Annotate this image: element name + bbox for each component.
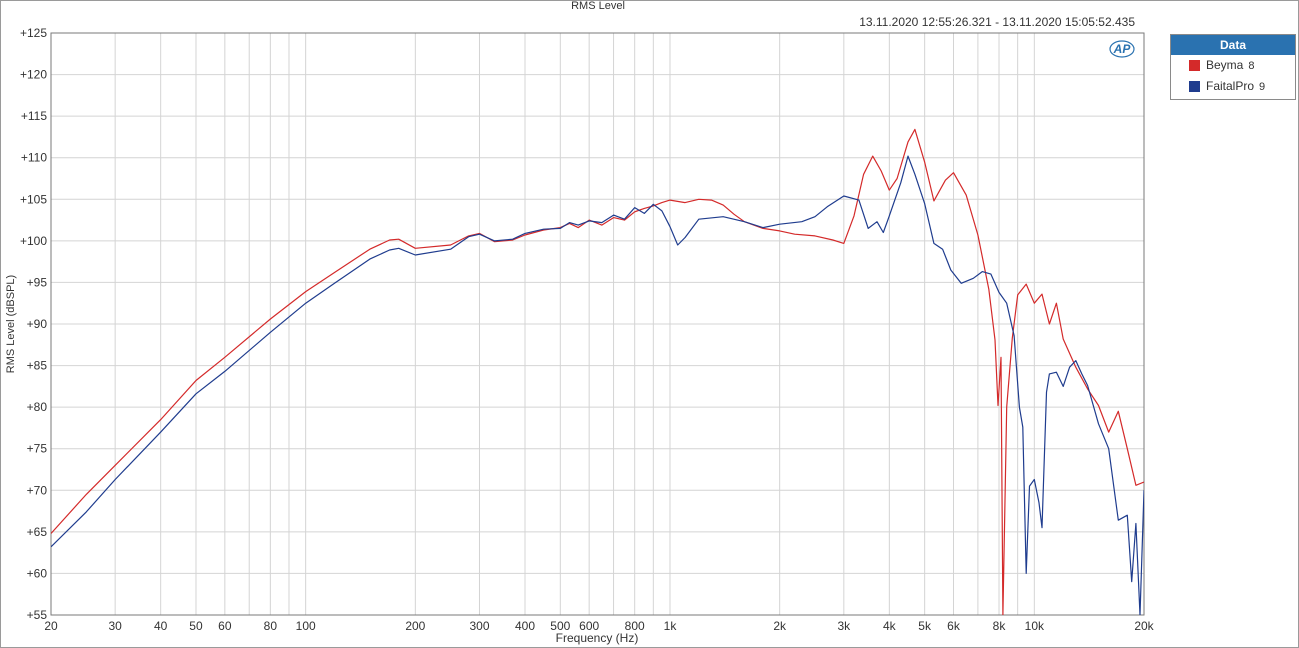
- grid-lines: [50, 32, 1145, 616]
- x-tick-label: 5k: [918, 619, 932, 633]
- x-tick-label: 6k: [947, 619, 961, 633]
- rms-level-chart: +125 +120 +115 +110 +105 +100 +95 +90 +85 +80 +75 +…: [5, 26, 1155, 645]
- y-tick-label: +95: [27, 275, 48, 289]
- x-tick-label: 80: [264, 619, 278, 633]
- x-tick-label: 20k: [1134, 619, 1154, 633]
- y-tick-label: +85: [27, 359, 48, 373]
- x-tick-label: 200: [405, 619, 425, 633]
- y-tick-label: +90: [27, 317, 48, 331]
- x-tick-label: 60: [218, 619, 232, 633]
- x-tick-label: 300: [469, 619, 489, 633]
- y-tick-label: +120: [20, 68, 47, 82]
- x-tick-label: 4k: [883, 619, 897, 633]
- x-tick-label: 1k: [664, 619, 678, 633]
- y-tick-label: +60: [27, 566, 48, 580]
- y-tick-label: +110: [21, 151, 47, 165]
- legend-number-beyma: 8: [1248, 60, 1255, 72]
- y-tick-label: +75: [27, 442, 48, 456]
- x-tick-label: 50: [189, 619, 203, 633]
- legend-item-faitalpro[interactable]: FaitalPro 9: [1171, 76, 1295, 97]
- x-tick-label: 10k: [1025, 619, 1045, 633]
- x-axis-label: Frequency (Hz): [556, 631, 639, 645]
- y-axis-label: RMS Level (dBSPL): [5, 275, 17, 373]
- x-tick-label: 20: [44, 619, 58, 633]
- x-tick-label: 40: [154, 619, 168, 633]
- legend-label-beyma: Beyma: [1206, 58, 1244, 72]
- y-tick-label: +115: [21, 109, 47, 123]
- x-tick-label: 30: [108, 619, 122, 633]
- x-tick-label: 2k: [773, 619, 787, 633]
- x-tick-label: 100: [296, 619, 316, 633]
- legend-item-beyma[interactable]: Beyma 8: [1171, 55, 1295, 76]
- y-tick-label: +70: [27, 483, 48, 497]
- y-tick-label: +105: [20, 192, 47, 206]
- legend-swatch-faitalpro: [1189, 81, 1200, 92]
- legend-label-faitalpro: FaitalPro: [1206, 79, 1255, 93]
- y-tick-label: +125: [20, 26, 47, 40]
- ap-logo-text: AP: [1113, 42, 1132, 56]
- x-tick-label: 8k: [993, 619, 1007, 633]
- x-tick-label: 3k: [837, 619, 851, 633]
- legend: Data Beyma 8 FaitalPro 9: [1170, 34, 1296, 100]
- legend-title: Data: [1171, 35, 1295, 55]
- legend-swatch-beyma: [1189, 60, 1200, 71]
- y-tick-label: +100: [20, 234, 47, 248]
- y-tick-label: +65: [27, 525, 48, 539]
- legend-number-faitalpro: 9: [1259, 81, 1266, 93]
- y-tick-label: +80: [27, 400, 48, 414]
- x-tick-label: 400: [515, 619, 535, 633]
